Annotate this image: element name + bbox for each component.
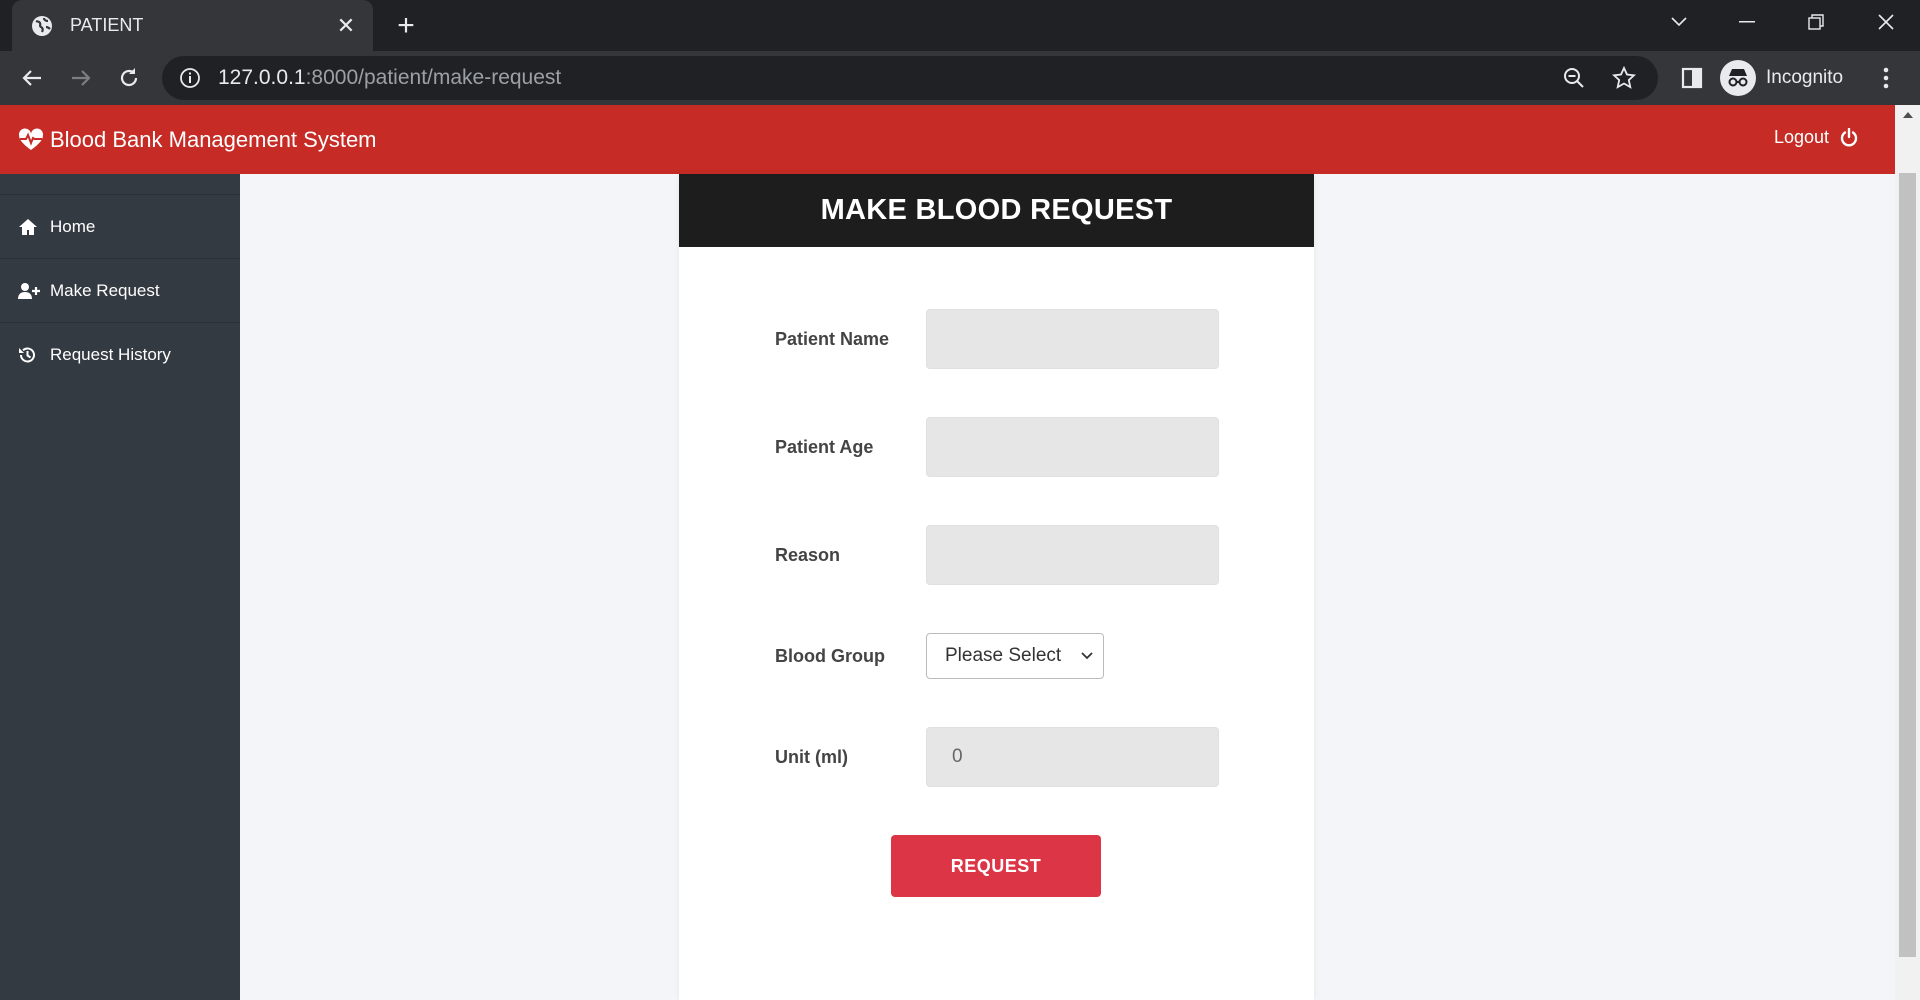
reload-icon[interactable] xyxy=(113,62,145,94)
incognito-icon xyxy=(1720,60,1756,96)
back-icon[interactable] xyxy=(16,62,48,94)
brand-name: Blood Bank Management System xyxy=(50,126,377,152)
home-icon xyxy=(18,217,40,237)
sidebar-item-make-request[interactable]: Make Request xyxy=(0,258,240,322)
url-path: :8000/patient/make-request xyxy=(305,66,562,89)
minimize-icon[interactable] xyxy=(1719,0,1775,44)
logout-label: Logout xyxy=(1773,127,1829,147)
patient-name-row: Patient Name xyxy=(775,309,1219,369)
tab-close-icon[interactable]: ✕ xyxy=(333,13,359,39)
patient-name-label: Patient Name xyxy=(775,328,890,349)
history-icon xyxy=(18,345,40,365)
card-header: MAKE BLOOD REQUEST xyxy=(679,174,1314,247)
profile-label: Incognito xyxy=(1766,67,1844,88)
zoom-icon[interactable] xyxy=(1560,64,1588,92)
globe-icon xyxy=(32,15,52,36)
unit-label: Unit (ml) xyxy=(775,746,848,767)
reason-row: Reason xyxy=(775,525,1219,585)
browser-tabstrip: PATIENT ✕ + xyxy=(0,0,1920,51)
blood-group-label: Blood Group xyxy=(775,645,885,666)
blood-group-select[interactable]: Please Select xyxy=(926,633,1104,679)
tab-search-icon[interactable] xyxy=(1651,0,1707,44)
sidebar-item-label: Request History xyxy=(50,344,171,364)
restore-icon[interactable] xyxy=(1788,0,1844,44)
user-plus-icon xyxy=(18,281,40,301)
sidebar-item-home[interactable]: Home xyxy=(0,194,240,258)
patient-age-row: Patient Age xyxy=(775,417,1219,477)
blood-group-row: Blood Group Please Select xyxy=(775,633,1104,679)
scroll-thumb[interactable] xyxy=(1899,173,1916,957)
sidebar-item-label: Home xyxy=(50,216,96,236)
patient-age-input[interactable] xyxy=(926,417,1219,477)
power-icon xyxy=(1840,127,1858,146)
logout-link[interactable]: Logout xyxy=(1774,127,1859,148)
scroll-up-icon[interactable] xyxy=(1895,111,1920,125)
new-tab-icon[interactable]: + xyxy=(390,10,422,42)
sidebar-item-request-history[interactable]: Request History xyxy=(0,322,240,386)
url-host: 127.0.0.1 xyxy=(218,66,306,89)
patient-age-label: Patient Age xyxy=(775,436,874,457)
sidebar-item-label: Make Request xyxy=(50,280,160,300)
unit-row: Unit (ml) 0 xyxy=(775,727,1219,787)
brand[interactable]: Blood Bank Management System xyxy=(18,127,377,153)
side-panel-icon[interactable] xyxy=(1676,62,1708,94)
reason-input[interactable] xyxy=(926,525,1219,585)
page-title: MAKE BLOOD REQUEST xyxy=(820,194,1173,226)
browser-toolbar: 127.0.0.1:8000/patient/make-request Inco… xyxy=(0,51,1920,105)
unit-input[interactable]: 0 xyxy=(926,727,1219,787)
app-header: Blood Bank Management System Logout xyxy=(0,105,1895,174)
forward-icon[interactable] xyxy=(65,62,97,94)
browser-menu-icon[interactable] xyxy=(1872,63,1900,93)
page-scrollbar[interactable] xyxy=(1895,105,1920,1000)
browser-tab[interactable]: PATIENT ✕ xyxy=(12,0,373,51)
bookmark-star-icon[interactable] xyxy=(1610,64,1638,92)
patient-name-input[interactable] xyxy=(926,309,1219,369)
site-info-icon[interactable] xyxy=(178,66,202,90)
sidebar: Home Make Request Request History xyxy=(0,174,240,1000)
request-form-card: MAKE BLOOD REQUEST Patient Name Patient … xyxy=(679,174,1314,1000)
address-bar[interactable]: 127.0.0.1:8000/patient/make-request xyxy=(162,56,1658,100)
incognito-profile[interactable]: Incognito xyxy=(1720,57,1870,99)
blood-group-selected: Please Select xyxy=(945,645,1062,666)
heartbeat-icon xyxy=(18,127,44,150)
chevron-down-icon xyxy=(1081,652,1093,660)
window-close-icon[interactable] xyxy=(1858,0,1914,44)
request-button[interactable]: REQUEST xyxy=(891,835,1101,897)
tab-title: PATIENT xyxy=(70,15,144,35)
reason-label: Reason xyxy=(775,544,841,565)
